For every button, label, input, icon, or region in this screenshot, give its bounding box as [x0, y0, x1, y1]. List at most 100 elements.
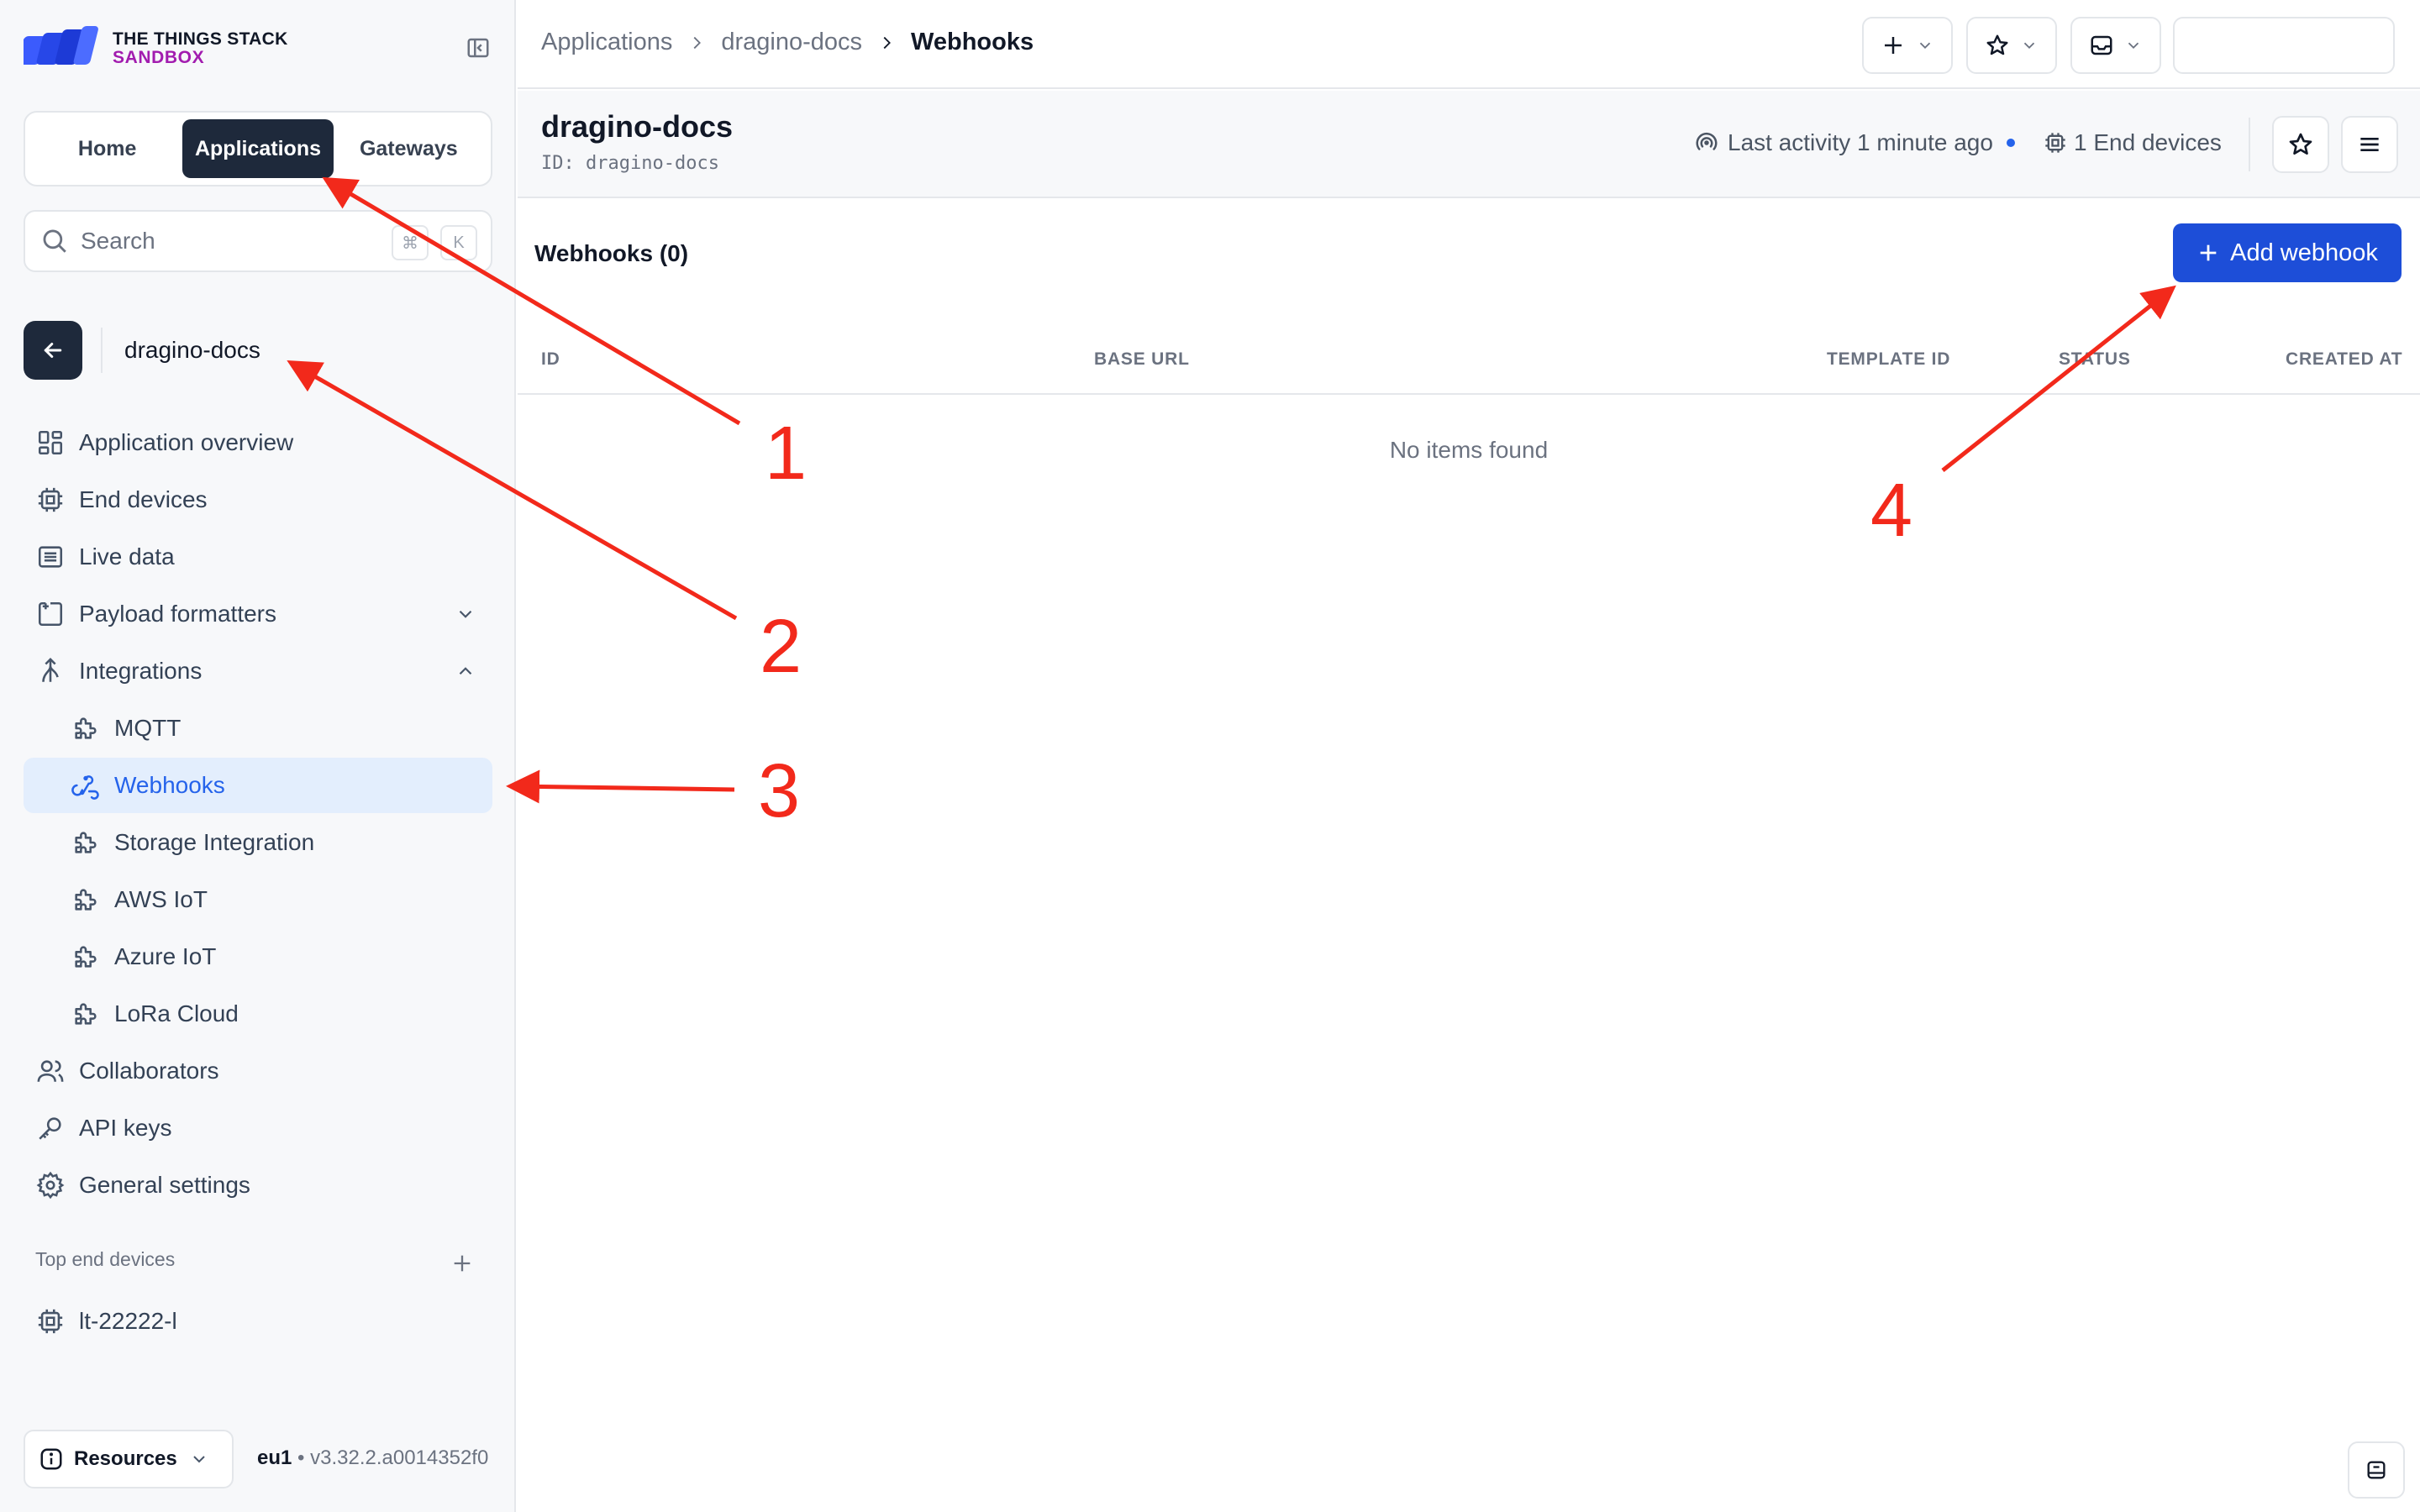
sidebar-item-label: Live data — [79, 543, 175, 570]
breadcrumb-applications[interactable]: Applications — [541, 29, 672, 56]
sidebar: THE THINGS STACK SANDBOX Home Applicatio… — [0, 0, 516, 1512]
column-template-id[interactable]: TEMPLATE ID — [1827, 349, 1950, 370]
column-id[interactable]: ID — [541, 349, 560, 370]
chevron-up-icon[interactable] — [452, 658, 479, 685]
list-icon — [35, 542, 66, 572]
top-end-devices-heading: Top end devices — [35, 1248, 176, 1270]
sidebar-item-azure-iot[interactable]: Azure IoT — [24, 929, 492, 984]
sidebar-item-label: Integrations — [79, 658, 203, 684]
bookmark-application-button[interactable] — [2272, 116, 2329, 173]
sidebar-item-label: Application overview — [79, 429, 294, 455]
sidebar-item-integrations[interactable]: Integrations — [24, 643, 492, 699]
sidebar-item-label: Webhooks — [114, 772, 225, 798]
notifications-button[interactable] — [2070, 17, 2161, 74]
puzzle-icon — [71, 999, 101, 1029]
add-webhook-label: Add webhook — [2230, 239, 2378, 266]
column-status[interactable]: STATUS — [2059, 349, 2131, 370]
sidebar-item-label: General settings — [79, 1172, 250, 1198]
annotation-number-4: 4 — [1870, 469, 1912, 553]
version-label: v3.32.2.a0014352f0 — [310, 1446, 489, 1469]
arrow-left-icon — [44, 343, 62, 358]
brand-subtitle: SANDBOX — [113, 48, 205, 67]
chevron-down-icon[interactable] — [452, 601, 479, 627]
breadcrumb: Applications dragino-docs Webhooks — [541, 29, 1034, 56]
column-base-url[interactable]: BASE URL — [1094, 349, 1190, 370]
sidebar-item-payload-formatters[interactable]: Payload formatters — [24, 586, 492, 642]
sidebar-item-lora-cloud[interactable]: LoRa Cloud — [24, 986, 492, 1042]
breadcrumb-application[interactable]: dragino-docs — [721, 29, 862, 56]
feedback-panel-button[interactable] — [2348, 1441, 2405, 1499]
sidebar-item-webhooks[interactable]: Webhooks — [24, 758, 492, 813]
sidebar-item-collaborators[interactable]: Collaborators — [24, 1043, 492, 1099]
sidebar-item-label: AWS IoT — [114, 886, 208, 912]
info-icon — [40, 1448, 62, 1470]
sidebar-item-general-settings[interactable]: General settings — [24, 1158, 492, 1213]
hamburger-icon — [2360, 138, 2379, 151]
sidebar-item-label: End devices — [79, 486, 208, 512]
resources-label: Resources — [74, 1447, 177, 1470]
sidebar-item-label: Collaborators — [79, 1058, 219, 1084]
shortcut-k-key: K — [440, 225, 477, 260]
bookmarks-button[interactable] — [1966, 17, 2057, 74]
sidebar-item-application-overview[interactable]: Application overview — [24, 415, 492, 470]
chevron-right-icon — [687, 34, 706, 52]
search-input[interactable] — [81, 228, 383, 255]
application-menu-button[interactable] — [2341, 116, 2398, 173]
empty-state: No items found — [1389, 437, 1549, 463]
breadcrumb-current: Webhooks — [911, 29, 1034, 55]
sidebar-collapse-button[interactable] — [464, 34, 492, 62]
signal-icon — [1696, 133, 1718, 150]
end-devices-count[interactable]: 1 End devices — [2044, 129, 2222, 156]
shortcut-cmd-key: ⌘ — [392, 225, 429, 260]
users-icon — [35, 1056, 66, 1086]
sidebar-item-storage-integration[interactable]: Storage Integration — [24, 815, 492, 870]
plus-icon — [454, 1255, 471, 1272]
annotation-number-3: 3 — [758, 749, 800, 833]
sidebar-item-label: LoRa Cloud — [114, 1000, 239, 1026]
table-header: ID BASE URL TEMPLATE ID STATUS CREATED A… — [518, 339, 2420, 395]
star-icon — [2289, 133, 2312, 155]
page-title: dragino-docs — [541, 109, 734, 144]
chip-icon — [2045, 133, 2065, 153]
annotation-arrow-3 — [506, 769, 735, 804]
application-header: dragino-docs — [24, 321, 494, 380]
tab-home[interactable]: Home — [32, 119, 182, 178]
star-icon — [1986, 34, 2008, 55]
sidebar-item-label: Storage Integration — [114, 829, 315, 855]
version-info: eu1 • v3.32.2.a0014352f0 — [257, 1446, 488, 1470]
sidebar-item-label: lt-22222-l — [79, 1308, 177, 1334]
search-box[interactable]: ⌘ K — [24, 210, 492, 272]
chevron-down-icon — [1919, 42, 1931, 50]
puzzle-icon — [71, 942, 101, 972]
integrations-icon — [35, 656, 66, 686]
panel-icon — [2367, 1461, 2386, 1479]
sidebar-item-aws-iot[interactable]: AWS IoT — [24, 872, 492, 927]
divider — [2249, 118, 2250, 171]
application-name: dragino-docs — [124, 337, 260, 363]
sidebar-item-live-data[interactable]: Live data — [24, 529, 492, 585]
sidebar-item-mqtt[interactable]: MQTT — [24, 701, 492, 756]
application-menu: Application overview End devices Live da… — [24, 415, 492, 1215]
add-end-device-button[interactable] — [447, 1248, 477, 1278]
sidebar-toggle-icon — [467, 38, 489, 58]
application-title-bar: dragino-docs ID: dragino-docs Last activ… — [518, 91, 2420, 198]
sidebar-item-device[interactable]: lt-22222-l — [24, 1294, 492, 1349]
tab-applications[interactable]: Applications — [182, 119, 334, 178]
sidebar-item-api-keys[interactable]: API keys — [24, 1100, 492, 1156]
annotation-number-2: 2 — [760, 605, 802, 689]
profile-menu-button[interactable] — [2173, 17, 2395, 74]
last-activity: Last activity 1 minute ago — [1694, 129, 2015, 156]
gear-icon — [35, 1170, 66, 1200]
webhook-icon — [71, 770, 101, 801]
column-created-at[interactable]: CREATED AT — [2286, 349, 2402, 370]
resources-button[interactable]: Resources — [24, 1430, 234, 1488]
plus-icon — [2200, 244, 2217, 261]
sidebar-item-end-devices[interactable]: End devices — [24, 472, 492, 528]
brand-logo[interactable]: THE THINGS STACK SANDBOX — [24, 25, 288, 72]
tab-gateways[interactable]: Gateways — [334, 119, 484, 178]
back-button[interactable] — [24, 321, 82, 380]
add-webhook-button[interactable]: Add webhook — [2173, 223, 2402, 282]
sidebar-item-label: Azure IoT — [114, 943, 217, 969]
add-menu-button[interactable] — [1862, 17, 1953, 74]
brand-title: THE THINGS STACK — [113, 29, 288, 49]
